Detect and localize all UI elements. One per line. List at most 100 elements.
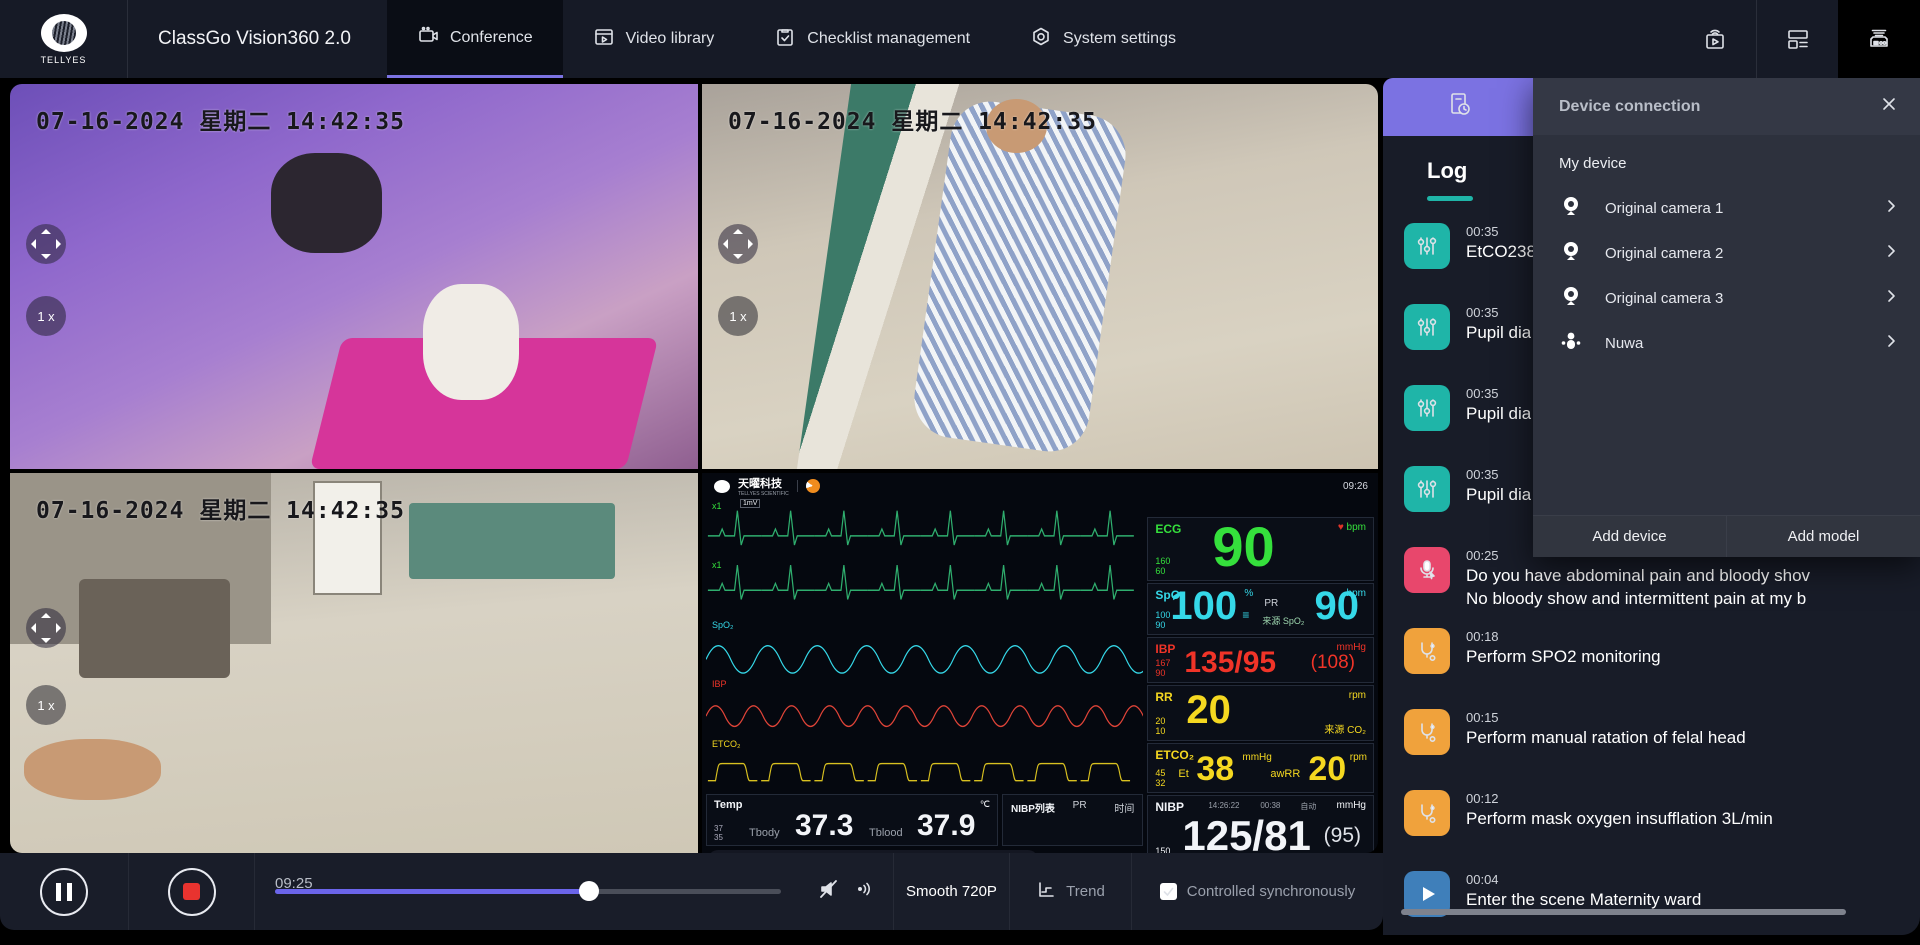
tab-label: Video library <box>626 30 715 48</box>
mannequin-shape <box>24 739 162 800</box>
equipment-cart-shape <box>79 579 230 678</box>
nav-tabs: Conference Video library Checklist manag… <box>387 0 1206 78</box>
zoom-level-badge[interactable]: 1 x <box>26 296 66 336</box>
parameter-sliders-icon <box>1404 466 1450 512</box>
ibp-waveform: IBP <box>706 675 1143 734</box>
device-connection-button[interactable] <box>1838 0 1920 78</box>
ecg-waveform-2: x1 <box>706 556 1143 615</box>
tab-video-library[interactable]: Video library <box>563 0 745 78</box>
tab-label: Conference <box>450 29 533 47</box>
progress-handle[interactable] <box>579 881 599 901</box>
monitor-waveforms: x1 1mV x1 SpO₂ <box>706 497 1143 794</box>
chevron-right-icon <box>1884 334 1898 353</box>
tellyes-logo-icon <box>41 14 87 52</box>
video-feed-classroom[interactable]: 07-16-2024 星期二 14:42:35 1 x <box>10 473 698 853</box>
device-connection-panel: Device connection My device Original cam… <box>1533 78 1920 557</box>
elapsed-time: 09:25 <box>275 875 313 892</box>
pan-control[interactable] <box>26 608 66 648</box>
monitor-brand: 天曜科技 <box>738 475 789 491</box>
rr-value-panel: RR rpm 20 来源 CO₂ 2010 <box>1147 685 1374 741</box>
tab-checklist-management[interactable]: Checklist management <box>744 0 1000 78</box>
zoom-level-badge[interactable]: 1 x <box>718 296 758 336</box>
progress-track[interactable] <box>275 889 781 894</box>
log-entry[interactable]: 00:25Do you have abdominal pain and bloo… <box>1383 547 1920 628</box>
monitor-header: 天曜科技 TELLYES SCIENTIFIC 09:26 <box>702 473 1378 497</box>
mute-icon[interactable] <box>818 878 840 905</box>
zoom-level-badge[interactable]: 1 x <box>26 685 66 725</box>
stop-record-button[interactable] <box>168 868 216 916</box>
parameter-sliders-icon <box>1404 223 1450 269</box>
volume-waves-icon[interactable] <box>856 879 876 904</box>
device-item-camera-3[interactable]: Original camera 3 <box>1559 276 1898 321</box>
layout-button[interactable] <box>1756 0 1838 78</box>
mannequin-shape <box>423 284 519 400</box>
log-entry[interactable]: 00:15Perform manual ratation of felal he… <box>1383 709 1920 790</box>
person-silhouette <box>271 153 381 253</box>
video-timestamp: 07-16-2024 星期二 14:42:35 <box>36 102 405 136</box>
webcam-icon <box>1559 284 1583 313</box>
add-model-button[interactable]: Add model <box>1727 516 1920 557</box>
nav-right-icons <box>1674 0 1920 78</box>
video-feed-patient-bed[interactable]: 07-16-2024 星期二 14:42:35 1 x <box>702 84 1378 469</box>
add-device-button[interactable]: Add device <box>1533 516 1727 557</box>
tab-system-settings[interactable]: System settings <box>1000 0 1206 78</box>
chevron-right-icon <box>1884 244 1898 263</box>
nibp-list-panel: NIBP列表 PR 时间 <box>1002 794 1143 846</box>
trend-icon <box>1036 880 1056 904</box>
log-entry[interactable]: 00:18Perform SPO2 monitoring <box>1383 628 1920 709</box>
monitor-flame-icon <box>806 479 820 493</box>
spo2-value-panel: SpO₂ bpm 100 % ≡ PR 来源 SpO₂ 90 10090 <box>1147 583 1374 635</box>
brand-name: TELLYES <box>41 55 87 65</box>
device-panel-footer: Add device Add model <box>1533 515 1920 557</box>
stethoscope-icon <box>1404 790 1450 836</box>
pan-control[interactable] <box>26 224 66 264</box>
device-item-nuwa[interactable]: Nuwa <box>1559 321 1898 366</box>
progress-fill <box>275 889 589 894</box>
nibp-value-panel: NIBP 14:26:22 00:38 自动 mmHg 125/81 (95) … <box>1147 795 1374 853</box>
log-scrollbar[interactable] <box>1401 909 1846 915</box>
video-grid: 07-16-2024 星期二 14:42:35 1 x 07-16-2024 星… <box>10 84 1378 853</box>
etco2-value-panel: ETCO₂ Et 38 mmHg awRR 20 rpm 4532 <box>1147 743 1374 793</box>
trend-button[interactable]: Trend <box>1009 853 1131 930</box>
ecg-waveform-1: x1 1mV <box>706 497 1143 556</box>
log-document-clock-icon <box>1445 90 1475 125</box>
conference-icon <box>417 24 439 51</box>
stop-icon <box>183 883 200 900</box>
video-library-icon <box>593 26 615 53</box>
ecg-value-panel: ECG ♥ bpm 90 16060 <box>1147 517 1374 581</box>
sync-checkbox[interactable] <box>1160 883 1177 900</box>
pause-button[interactable] <box>40 868 88 916</box>
device-item-camera-2[interactable]: Original camera 2 <box>1559 231 1898 276</box>
parameter-sliders-icon <box>1404 304 1450 350</box>
microphone-icon <box>1404 547 1450 593</box>
top-nav: TELLYES ClassGo Vision360 2.0 Conference… <box>0 0 1920 78</box>
temp-panel: Temp ℃ 3735 Tbody 37.3 Tblood 37.9 <box>706 794 998 846</box>
monitor-vitals: ECG ♥ bpm 90 16060 SpO₂ bpm 100 % ≡ PR 来… <box>1147 497 1374 853</box>
playback-control-bar: 09:25 Smooth 720P Trend Controlled synch… <box>0 853 1383 930</box>
video-feed-patient-monitor[interactable]: 天曜科技 TELLYES SCIENTIFIC 09:26 x1 1mV <box>702 473 1378 853</box>
checklist-icon <box>774 26 796 53</box>
chevron-right-icon <box>1884 199 1898 218</box>
pan-control[interactable] <box>718 224 758 264</box>
log-entry[interactable]: 00:12Perform mask oxygen insufflation 3L… <box>1383 790 1920 871</box>
brand-logo: TELLYES <box>0 0 128 78</box>
video-feed-delivery-room[interactable]: 07-16-2024 星期二 14:42:35 1 x <box>10 84 698 469</box>
parameter-sliders-icon <box>1404 385 1450 431</box>
log-title-underline <box>1427 196 1473 201</box>
close-icon[interactable] <box>1880 95 1898 118</box>
progress-slider-section: 09:25 <box>254 853 801 930</box>
log-entry[interactable]: 00:04Enter the scene Maternity ward <box>1383 871 1920 935</box>
tab-label: Checklist management <box>807 30 970 48</box>
device-item-camera-1[interactable]: Original camera 1 <box>1559 186 1898 231</box>
chevron-right-icon <box>1884 289 1898 308</box>
stethoscope-icon <box>1404 709 1450 755</box>
chairs-shape <box>409 503 615 579</box>
etco2-waveform: ETCO₂ <box>706 735 1143 794</box>
monitor-logo-icon <box>714 480 730 493</box>
quality-selector[interactable]: Smooth 720P <box>893 853 1009 930</box>
app-title: ClassGo Vision360 2.0 <box>128 0 387 78</box>
video-timestamp: 07-16-2024 星期二 14:42:35 <box>36 491 405 525</box>
tab-conference[interactable]: Conference <box>387 0 563 78</box>
settings-icon <box>1030 26 1052 53</box>
live-stream-button[interactable] <box>1674 0 1756 78</box>
